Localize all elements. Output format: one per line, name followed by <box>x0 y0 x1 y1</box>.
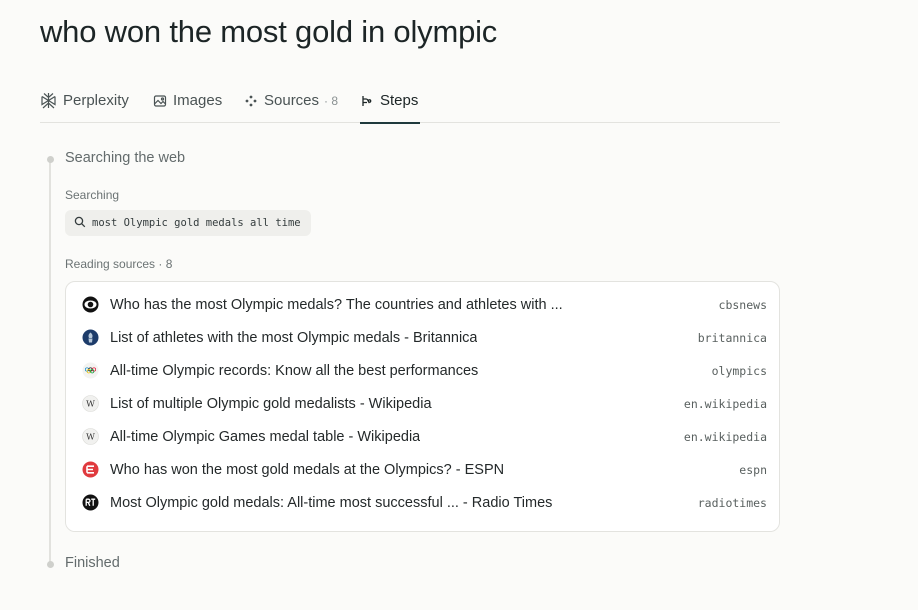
source-title: List of multiple Olympic gold medalists … <box>110 395 432 412</box>
tab-images[interactable]: Images <box>153 78 222 123</box>
searching-label: Searching <box>65 188 120 202</box>
espn-icon <box>81 461 99 479</box>
source-row[interactable]: Who has the most Olympic medals? The cou… <box>66 288 779 321</box>
source-title: All-time Olympic Games medal table - Wik… <box>110 428 421 445</box>
svg-text:W: W <box>86 400 95 410</box>
tab-sources[interactable]: Sources · 8 <box>244 78 338 123</box>
source-title: List of athletes with the most Olympic m… <box>110 329 478 346</box>
source-row[interactable]: Who has won the most gold medals at the … <box>66 453 779 486</box>
source-row[interactable]: List of athletes with the most Olympic m… <box>66 321 779 354</box>
query-title: who won the most gold in olympic <box>40 14 498 49</box>
reading-sources-label: Reading sources · 8 <box>65 257 173 271</box>
source-row[interactable]: All-time Olympic records: Know all the b… <box>66 354 779 387</box>
svg-text:W: W <box>86 433 95 443</box>
search-query-text: most Olympic gold medals all time <box>92 217 301 229</box>
source-domain: radiotimes <box>697 495 767 510</box>
tab-images-label: Images <box>173 92 223 109</box>
steps-icon <box>360 94 374 108</box>
source-title: Who has the most Olympic medals? The cou… <box>110 296 563 313</box>
source-title: Most Olympic gold medals: All-time most … <box>110 494 553 511</box>
search-icon <box>74 216 86 231</box>
image-icon <box>153 94 167 108</box>
step-searching-web: Searching the web <box>65 150 186 166</box>
britannica-thistle-icon <box>81 329 99 347</box>
source-row[interactable]: W All-time Olympic Games medal table - W… <box>66 420 779 453</box>
source-row[interactable]: W List of multiple Olympic gold medalist… <box>66 387 779 420</box>
result-tabs: Perplexity Images Sources · 8 Steps <box>40 78 780 124</box>
wikipedia-icon: W <box>81 428 99 446</box>
step-dot-searching <box>47 156 54 163</box>
search-query-chip: most Olympic gold medals all time <box>65 210 311 236</box>
olympic-rings-icon <box>81 362 99 380</box>
source-title: Who has won the most gold medals at the … <box>110 461 505 478</box>
step-finished: Finished <box>65 555 120 571</box>
tab-steps-label: Steps <box>380 92 419 109</box>
source-domain: cbsnews <box>718 297 767 312</box>
source-domain: olympics <box>711 363 767 378</box>
wikipedia-icon: W <box>81 395 99 413</box>
tab-sources-count: · 8 <box>324 93 339 108</box>
steps-timeline <box>49 160 51 564</box>
cbs-eye-icon <box>81 296 99 314</box>
source-title: All-time Olympic records: Know all the b… <box>110 362 479 379</box>
source-domain: espn <box>739 462 767 477</box>
source-domain: britannica <box>697 330 767 345</box>
radiotimes-icon <box>81 494 99 512</box>
card-scroll-fade <box>66 513 779 531</box>
tab-perplexity[interactable]: Perplexity <box>40 78 129 123</box>
sources-card: Who has the most Olympic medals? The cou… <box>65 281 780 532</box>
tab-perplexity-label: Perplexity <box>63 92 129 109</box>
tab-steps[interactable]: Steps <box>360 78 421 124</box>
source-domain: en.wikipedia <box>683 396 767 411</box>
step-dot-finished <box>47 561 54 568</box>
sources-icon <box>244 94 258 108</box>
perplexity-logo-icon <box>40 92 57 109</box>
source-domain: en.wikipedia <box>683 429 767 444</box>
tab-sources-label: Sources <box>264 92 320 109</box>
